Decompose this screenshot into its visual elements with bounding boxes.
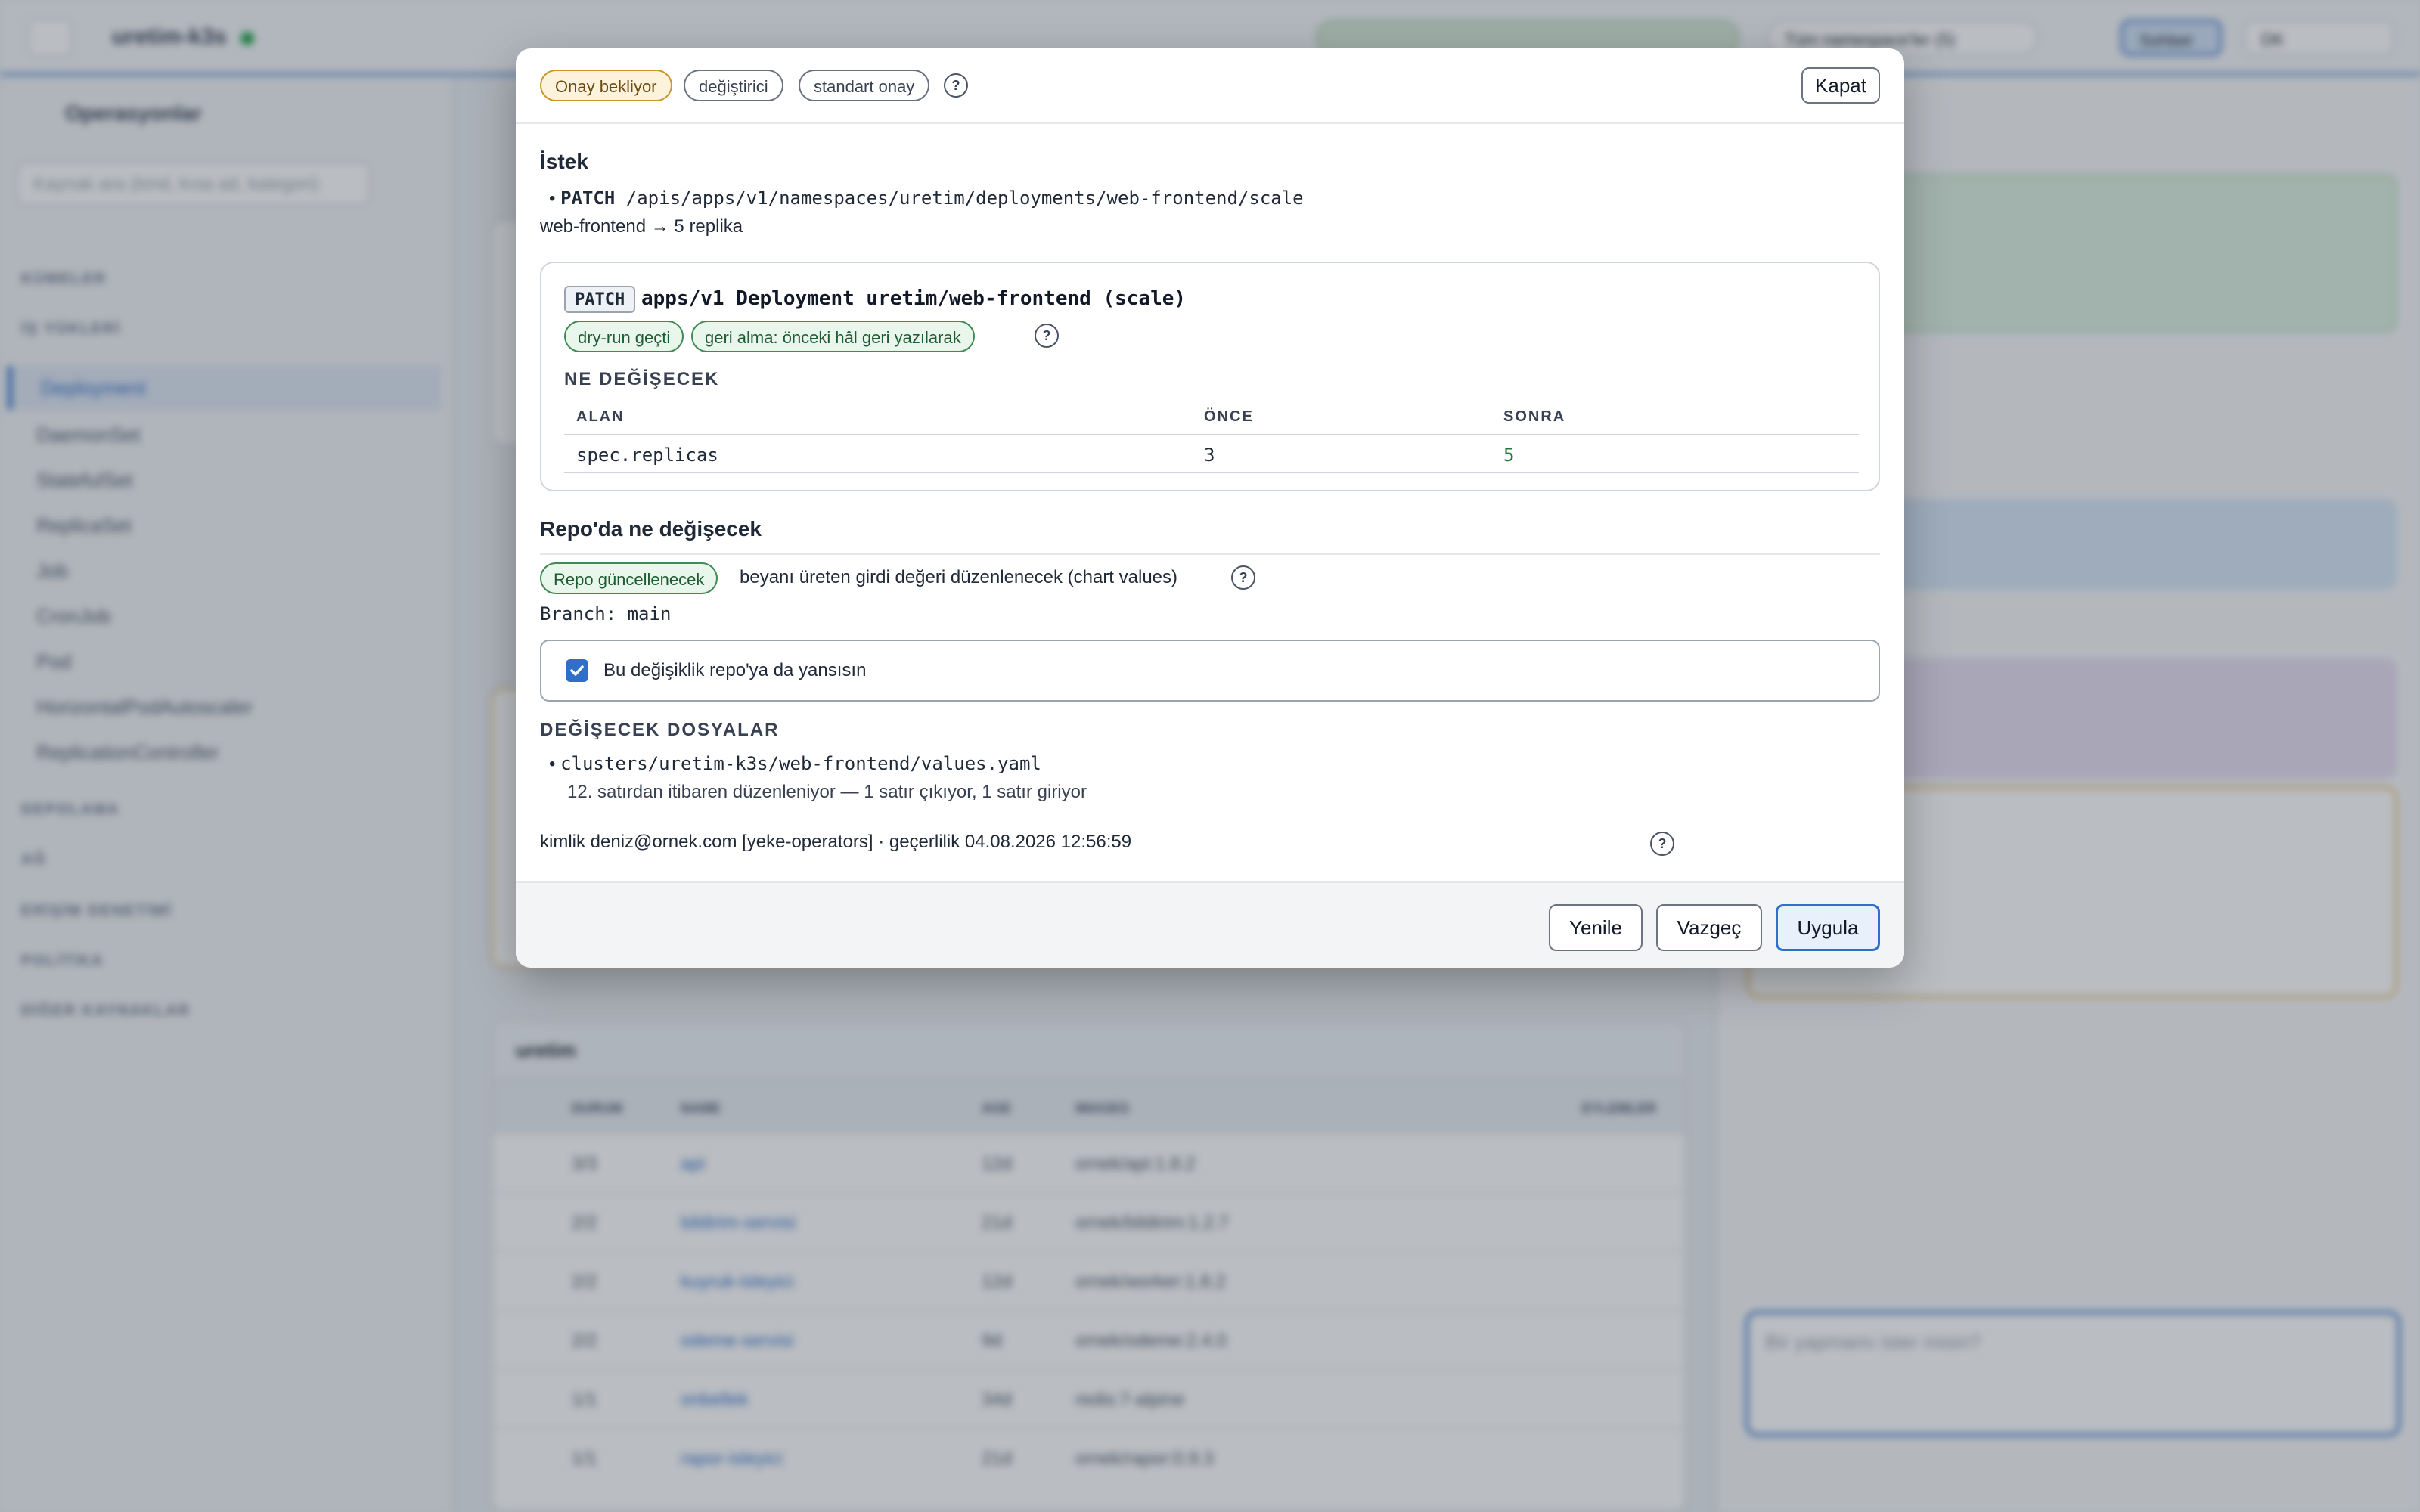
section-divider xyxy=(540,553,1880,555)
rollback-badge: geri alma: önceki hâl geri yazılarak xyxy=(691,321,975,352)
request-summary: web-frontend → 5 replika xyxy=(540,216,743,237)
file-path: clusters/uretim-k3s/web-frontend/values.… xyxy=(560,753,1041,774)
file-detail: 12. satırdan itibaren düzenleniyor — 1 s… xyxy=(567,782,1087,802)
bullet: • xyxy=(549,188,561,209)
help-icon[interactable]: ? xyxy=(1650,832,1674,856)
operation-title: apps/v1 Deployment uretim/web-frontend (… xyxy=(641,287,1187,310)
col-field: ALAN xyxy=(576,408,625,425)
status-badge: Onay bekliyor xyxy=(540,70,672,101)
request-method: PATCH xyxy=(560,187,616,209)
operation-card: PATCH apps/v1 Deployment uretim/web-fron… xyxy=(540,262,1880,491)
table-divider xyxy=(564,434,1859,435)
repo-sync-checkbox[interactable] xyxy=(566,659,588,682)
col-before: ÖNCE xyxy=(1204,408,1254,425)
repo-heading: Repo'da ne değişecek xyxy=(540,517,762,541)
request-heading: İstek xyxy=(540,150,588,173)
refresh-button[interactable]: Yenile xyxy=(1549,904,1643,951)
col-after: SONRA xyxy=(1503,408,1566,425)
repo-sync-option[interactable]: Bu değişiklik repo'ya da yansısın xyxy=(540,640,1880,702)
help-icon[interactable]: ? xyxy=(1035,324,1059,348)
cancel-button[interactable]: Vazgeç xyxy=(1656,904,1762,951)
help-icon[interactable]: ? xyxy=(1231,565,1255,590)
request-line: • PATCH /apis/apps/v1/namespaces/uretim/… xyxy=(549,187,1304,209)
dialog-footer: Yenile Vazgeç Uygula xyxy=(516,881,1904,968)
changes-caption: NE DEĞİŞECEK xyxy=(564,369,720,389)
file-list-item: • clusters/uretim-k3s/web-frontend/value… xyxy=(549,753,1041,775)
operation-method-badge: PATCH xyxy=(564,286,636,313)
dialog-header: Onay bekliyor değiştirici standart onay … xyxy=(516,48,1904,124)
request-path: /apis/apps/v1/namespaces/uretim/deployme… xyxy=(625,187,1304,209)
change-before: 3 xyxy=(1204,445,1215,466)
branch-label: Branch: main xyxy=(540,603,672,624)
bullet: • xyxy=(549,754,561,774)
approval-dialog: Onay bekliyor değiştirici standart onay … xyxy=(516,48,1904,968)
apply-button[interactable]: Uygula xyxy=(1776,904,1880,951)
repo-update-badge: Repo güncellenecek xyxy=(540,562,718,594)
dry-run-badge: dry-run geçti xyxy=(564,321,684,352)
identity-line: kimlik deniz@ornek.com [yeke-operators] … xyxy=(540,832,1132,852)
help-icon[interactable]: ? xyxy=(944,73,968,98)
repo-sync-label[interactable]: Bu değişiklik repo'ya da yansısın xyxy=(603,660,866,681)
table-divider xyxy=(564,472,1859,473)
approval-type-badge: standart onay xyxy=(799,70,930,101)
repo-description: beyanı üreten girdi değeri düzenlenecek … xyxy=(740,567,1178,587)
change-field: spec.replicas xyxy=(576,445,718,466)
role-badge: değiştirici xyxy=(684,70,783,101)
close-button[interactable]: Kapat xyxy=(1801,67,1880,104)
check-icon xyxy=(570,665,584,676)
change-after: 5 xyxy=(1503,445,1515,466)
files-caption: DEĞİŞECEK DOSYALAR xyxy=(540,720,780,740)
